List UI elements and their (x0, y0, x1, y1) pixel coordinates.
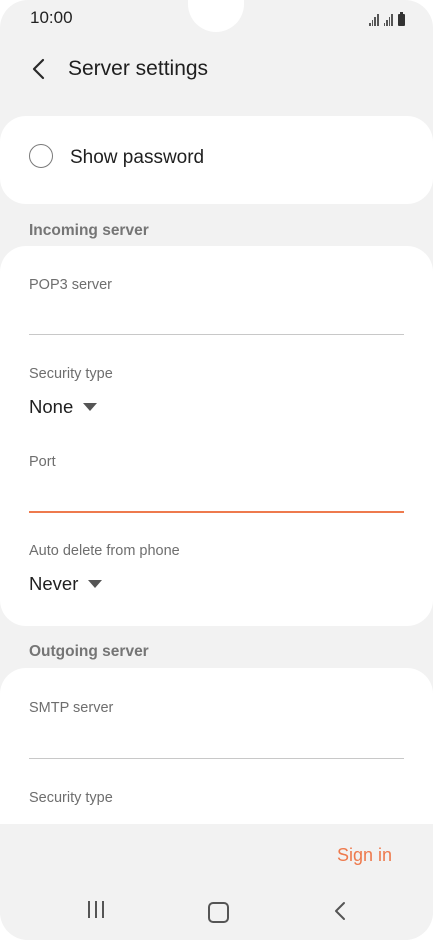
pop3-server-label: POP3 server (29, 277, 112, 293)
nav-back-button[interactable] (332, 901, 348, 926)
chevron-left-icon (32, 58, 45, 80)
recent-apps-button[interactable] (88, 901, 104, 918)
clock: 10:00 (30, 8, 73, 27)
incoming-security-type-value: None (29, 396, 74, 417)
incoming-security-type-label: Security type (29, 366, 113, 382)
chevron-left-icon (335, 902, 345, 920)
smtp-server-underline (29, 758, 404, 759)
smtp-server-input[interactable] (29, 724, 404, 756)
auto-delete-label: Auto delete from phone (29, 543, 180, 559)
signal-icon (369, 14, 379, 26)
page-title: Server settings (68, 57, 209, 80)
incoming-server-card: POP3 server Security type None Port Auto… (0, 246, 433, 626)
pop3-server-underline (29, 334, 404, 335)
status-icons (369, 10, 405, 26)
show-password-row[interactable]: Show password (0, 116, 433, 204)
sign-in-button[interactable]: Sign in (337, 845, 392, 866)
bottom-bar: Sign in (0, 824, 433, 940)
show-password-label: Show password (70, 147, 205, 168)
caret-down-icon (83, 403, 98, 411)
port-label: Port (29, 454, 56, 470)
port-input[interactable] (29, 478, 404, 510)
show-password-radio[interactable] (29, 144, 53, 168)
home-button[interactable] (208, 902, 229, 923)
outgoing-security-type-label: Security type (29, 790, 113, 806)
battery-icon (398, 12, 405, 26)
auto-delete-value: Never (29, 573, 79, 594)
caret-down-icon (88, 580, 103, 588)
port-underline (29, 511, 404, 513)
auto-delete-dropdown[interactable]: Never (29, 573, 103, 595)
incoming-security-type-dropdown[interactable]: None (29, 396, 98, 418)
pop3-server-input[interactable] (29, 301, 404, 333)
status-bar: 10:00 (0, 0, 433, 36)
camera-notch (188, 0, 244, 32)
app-bar: Server settings (0, 50, 433, 90)
phone-screen: 10:00 Server settings Show password Inco… (0, 0, 433, 940)
back-button[interactable] (28, 55, 54, 83)
signal-icon (383, 14, 393, 26)
smtp-server-label: SMTP server (29, 700, 114, 716)
incoming-server-header: Incoming server (29, 222, 149, 239)
outgoing-server-header: Outgoing server (29, 643, 149, 660)
